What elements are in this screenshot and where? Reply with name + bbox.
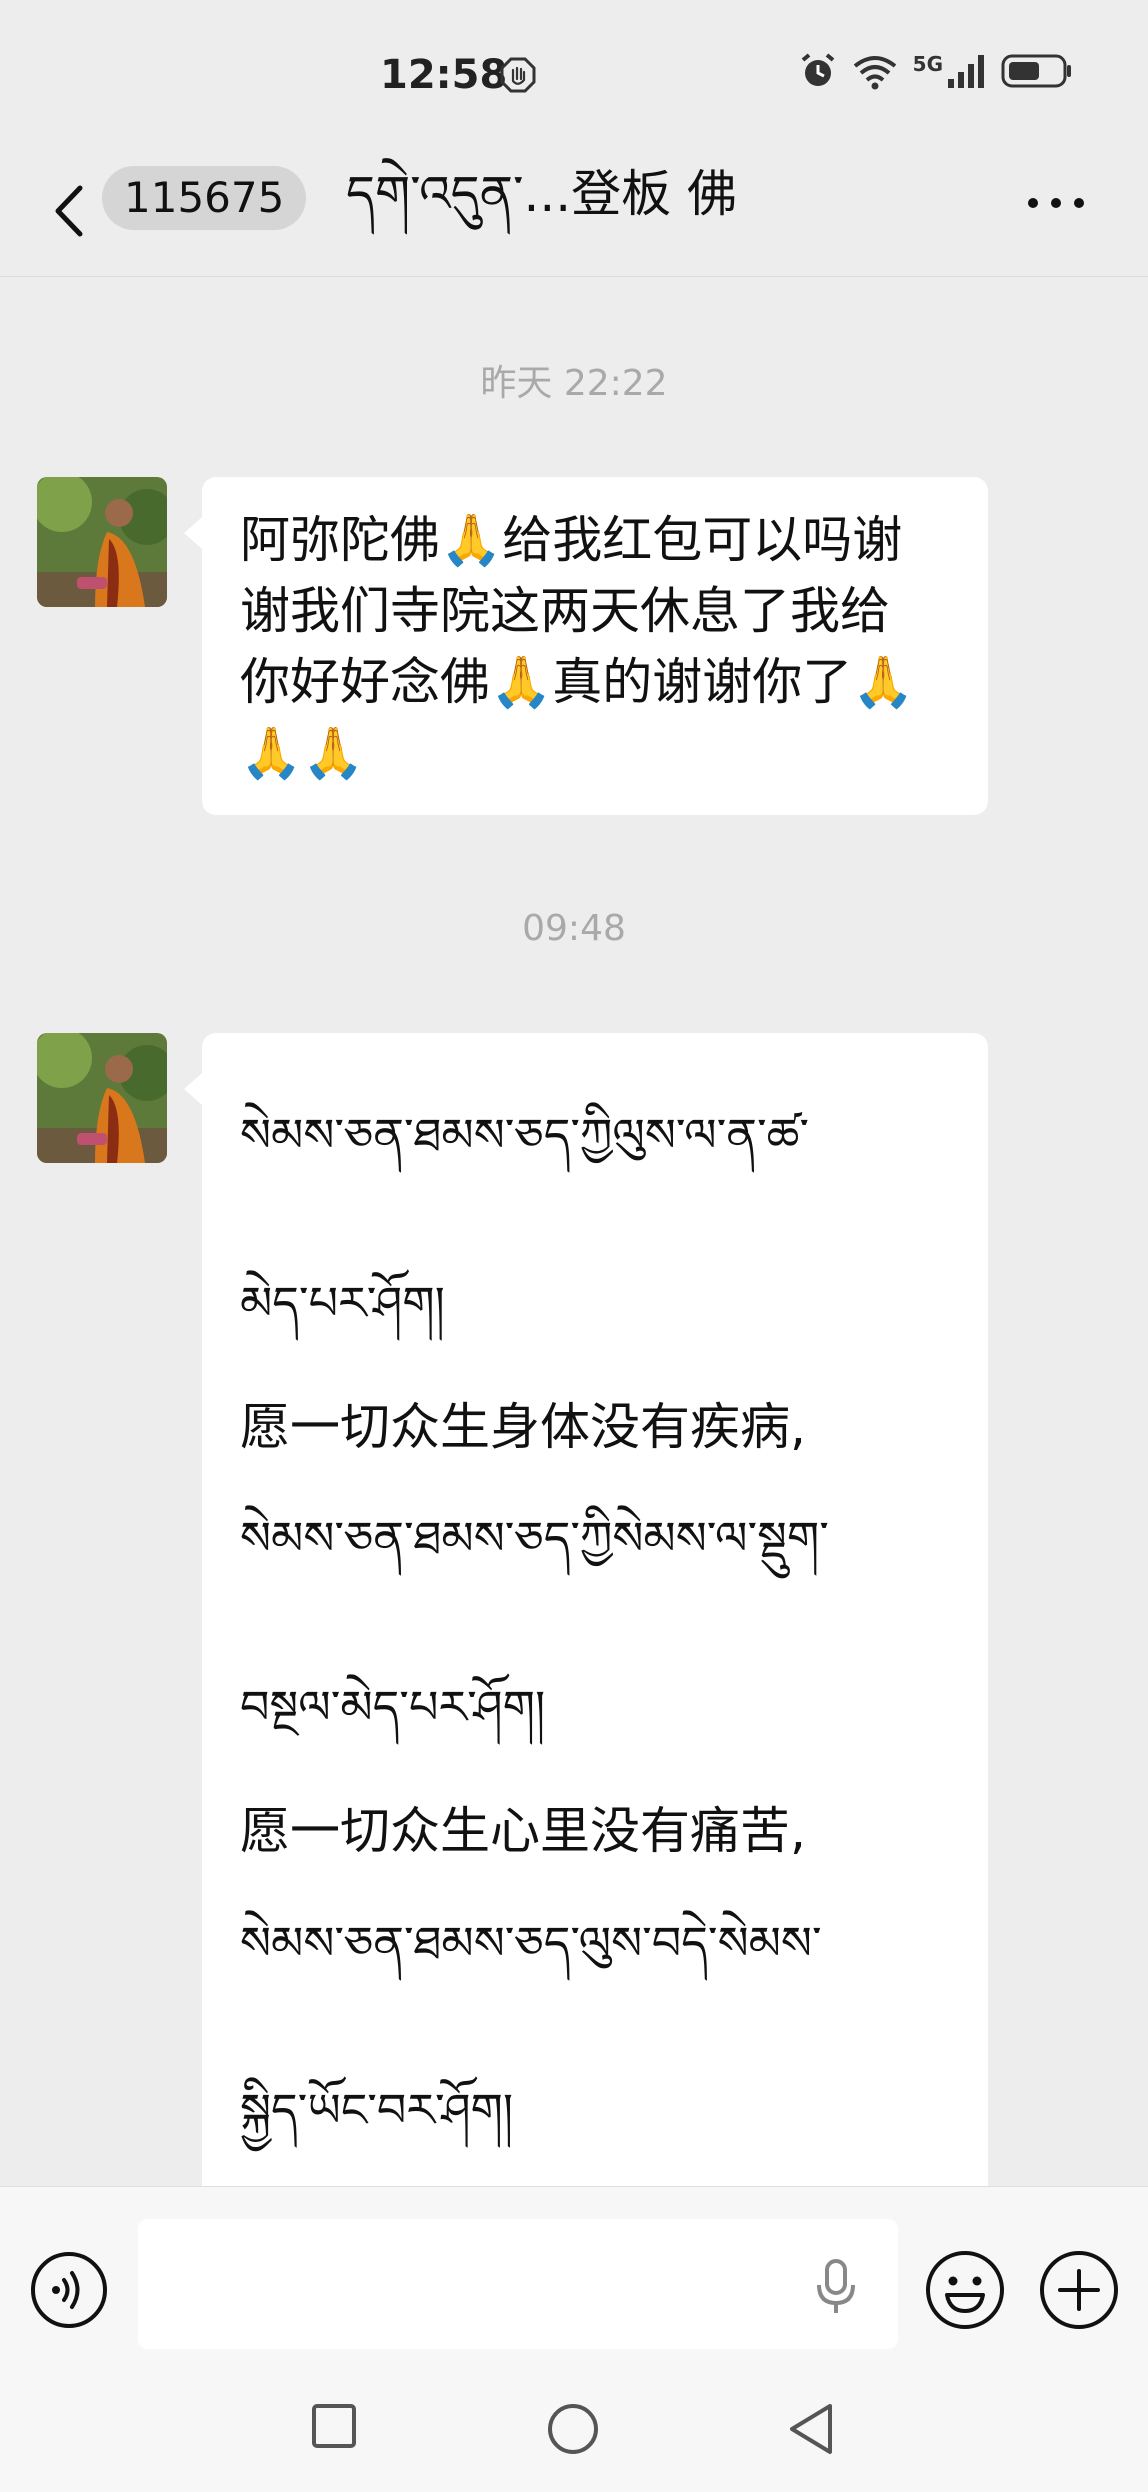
message-line: 谢我们寺院这两天休息了我给 (240, 582, 890, 640)
message-line: 你好好念佛🙏真的谢谢你了🙏 (240, 653, 915, 711)
message-line: 愿一切众生心里没有痛苦, (240, 1802, 806, 1860)
recents-square-icon[interactable] (310, 2402, 358, 2450)
message-bubble[interactable]: 阿弥陀佛🙏给我红包可以吗谢 谢我们寺院这两天休息了我给 你好好念佛🙏真的谢谢你了… (184, 477, 988, 815)
network-type: 5G (912, 52, 943, 76)
message-line: 愿一切众生身体没有疾病, (240, 1398, 806, 1456)
chat-title[interactable]: དགེ་འདུན་...登板 佛 (346, 158, 737, 230)
message-timestamp: 昨天 22:22 (480, 363, 668, 404)
unread-count-badge[interactable]: 115675 (102, 166, 307, 230)
input-bar (0, 2186, 1148, 2371)
message-line: སེམས་ཅན་ཐམས་ཅད་ལུས་བདེ་སེམས་ (240, 1916, 822, 1970)
message-line: 阿弥陀佛🙏给我红包可以吗谢 (240, 511, 903, 569)
contact-avatar[interactable] (37, 1033, 167, 1163)
home-circle-icon[interactable] (546, 2402, 600, 2456)
message-bubble[interactable]: སེམས་ཅན་ཐམས་ཅད་ཀྱིལུས་ལ་ན་ཚ་ མེད་པར་ཤོག།… (184, 1033, 988, 2186)
message-line: མེད་པར་ཤོག། (240, 1276, 445, 1330)
system-navigation-bar (0, 2370, 1148, 2492)
back-triangle-icon[interactable] (786, 2402, 836, 2456)
contact-avatar[interactable] (37, 477, 167, 607)
message-timestamp: 09:48 (522, 908, 626, 949)
message-line: སྐྱིད་ཡོང་བར་ཤོག། (240, 2083, 514, 2137)
signal-icon (948, 55, 984, 88)
chat-header: 115675 དགེ་འདུན་...登板 佛 (0, 150, 1148, 277)
back-arrow-icon[interactable] (46, 176, 90, 246)
message-line: སེམས་ཅན་ཐམས་ཅད་ཀྱིསེམས་ལ་སྡུག་ (240, 1511, 829, 1565)
wifi-icon (853, 56, 896, 90)
message-line: སེམས་ཅན་ཐམས་ཅད་ཀྱིལུས་ལ་ན་ཚ་ (240, 1108, 810, 1162)
alarm-icon (801, 53, 834, 86)
status-icons: 5G (799, 52, 1073, 90)
emoji-icon[interactable] (924, 2249, 1006, 2331)
microphone-icon[interactable] (816, 2259, 856, 2315)
battery-icon (1001, 54, 1071, 88)
message-line: བསྔལ་མེད་པར་ཤོག། (240, 1680, 546, 1734)
status-time: 12:58 (380, 52, 508, 98)
plus-icon[interactable] (1038, 2249, 1120, 2331)
voice-icon[interactable] (30, 2251, 108, 2329)
status-bar: 12:58 5G (0, 0, 1148, 150)
message-line: 🙏🙏 (240, 724, 365, 782)
hand-stop-icon (500, 57, 536, 93)
more-icon[interactable] (1026, 196, 1086, 210)
message-input[interactable] (138, 2219, 898, 2349)
